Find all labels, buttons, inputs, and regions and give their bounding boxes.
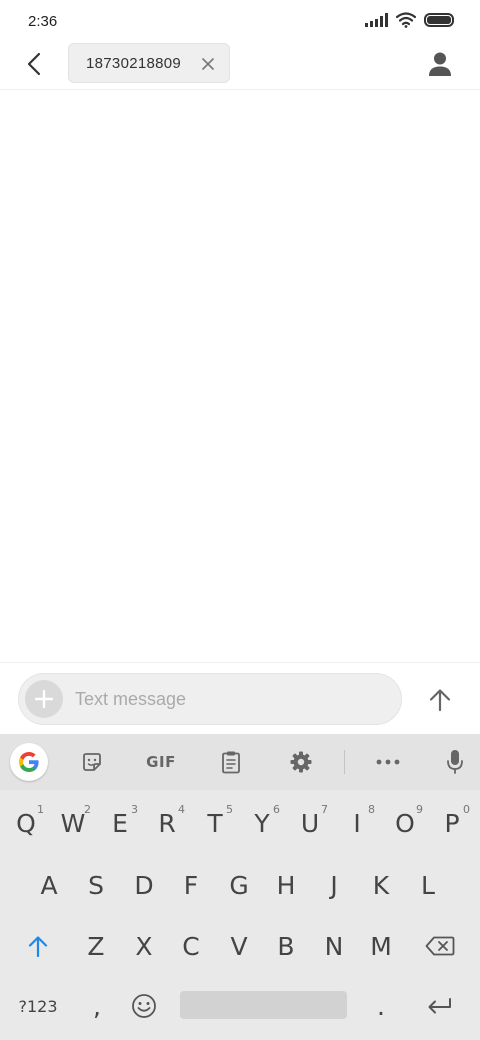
shift-arrow-icon (28, 936, 48, 957)
enter-key[interactable] (418, 980, 462, 1032)
contact-button[interactable] (426, 50, 454, 78)
microphone-icon (447, 750, 463, 774)
signal-icon (365, 13, 388, 27)
send-button[interactable] (422, 683, 458, 717)
symbols-key[interactable]: ?123 (10, 980, 66, 1032)
sticker-button[interactable] (74, 744, 110, 780)
status-time: 2:36 (28, 13, 58, 30)
key-o[interactable]: O9 (383, 797, 427, 849)
person-icon (429, 52, 451, 76)
key-y[interactable]: Y6 (240, 797, 284, 849)
backspace-icon (425, 936, 455, 956)
gear-icon (290, 751, 312, 773)
recipient-chip[interactable]: 18730218809 (68, 43, 230, 83)
key-x[interactable]: X (122, 920, 166, 972)
backspace-key[interactable] (418, 920, 462, 972)
enter-icon (428, 998, 451, 1014)
chevron-left-icon (27, 52, 41, 76)
google-g-icon (19, 752, 39, 772)
keyboard: GIF Q 1 W 2 E 3 R 4 T 5 Y 6 U 7 I 8 O 9 … (0, 734, 480, 1040)
gif-button[interactable]: GIF (140, 744, 182, 780)
key-b[interactable]: B (264, 920, 308, 972)
remove-recipient-button[interactable] (199, 55, 217, 73)
status-icons (365, 12, 454, 28)
keyboard-toolbar: GIF (0, 734, 480, 790)
message-list (0, 91, 480, 662)
space-key[interactable] (180, 991, 347, 1019)
arrow-up-icon (429, 689, 451, 712)
key-m[interactable]: M (359, 920, 403, 972)
plus-icon (35, 690, 53, 708)
key-q[interactable]: Q1 (4, 797, 48, 849)
voice-input-button[interactable] (437, 744, 473, 780)
key-a[interactable]: A (27, 859, 71, 911)
battery-icon (424, 13, 454, 27)
period-key[interactable]: . (359, 980, 403, 1032)
message-input[interactable] (75, 674, 385, 724)
key-f[interactable]: F (169, 859, 213, 911)
key-i[interactable]: I8 (335, 797, 379, 849)
clipboard-button[interactable] (213, 744, 249, 780)
status-bar: 2:36 (0, 0, 480, 44)
wifi-icon (396, 12, 416, 28)
more-horizontal-icon (376, 759, 400, 765)
compose-field (18, 673, 402, 725)
compose-bar (0, 662, 480, 734)
back-button[interactable] (18, 48, 50, 80)
key-t[interactable]: T5 (193, 797, 237, 849)
key-g[interactable]: G (217, 859, 261, 911)
emoji-key[interactable] (122, 980, 166, 1032)
sticker-icon (83, 753, 101, 771)
more-options-button[interactable] (370, 744, 406, 780)
key-d[interactable]: D (122, 859, 166, 911)
key-u[interactable]: U7 (288, 797, 332, 849)
key-v[interactable]: V (217, 920, 261, 972)
gif-label: GIF (146, 753, 176, 771)
shift-key[interactable] (16, 920, 60, 972)
recipient-number: 18730218809 (86, 54, 182, 72)
key-l[interactable]: L (406, 859, 450, 911)
key-w[interactable]: W2 (51, 797, 95, 849)
key-j[interactable]: J (312, 859, 356, 911)
keyboard-settings-button[interactable] (283, 744, 319, 780)
clipboard-icon (222, 751, 240, 774)
key-n[interactable]: N (312, 920, 356, 972)
close-icon (202, 58, 214, 70)
google-search-button[interactable] (10, 743, 48, 781)
comma-key[interactable]: , (75, 980, 119, 1032)
key-r[interactable]: R4 (145, 797, 189, 849)
key-s[interactable]: S (74, 859, 118, 911)
key-e[interactable]: E3 (98, 797, 142, 849)
key-z[interactable]: Z (74, 920, 118, 972)
emoji-icon (132, 994, 156, 1018)
conversation-header: 18730218809 (0, 40, 480, 90)
key-k[interactable]: K (359, 859, 403, 911)
key-h[interactable]: H (264, 859, 308, 911)
add-attachment-button[interactable] (25, 680, 63, 718)
toolbar-divider (344, 750, 345, 774)
key-p[interactable]: P0 (430, 797, 474, 849)
key-c[interactable]: C (169, 920, 213, 972)
